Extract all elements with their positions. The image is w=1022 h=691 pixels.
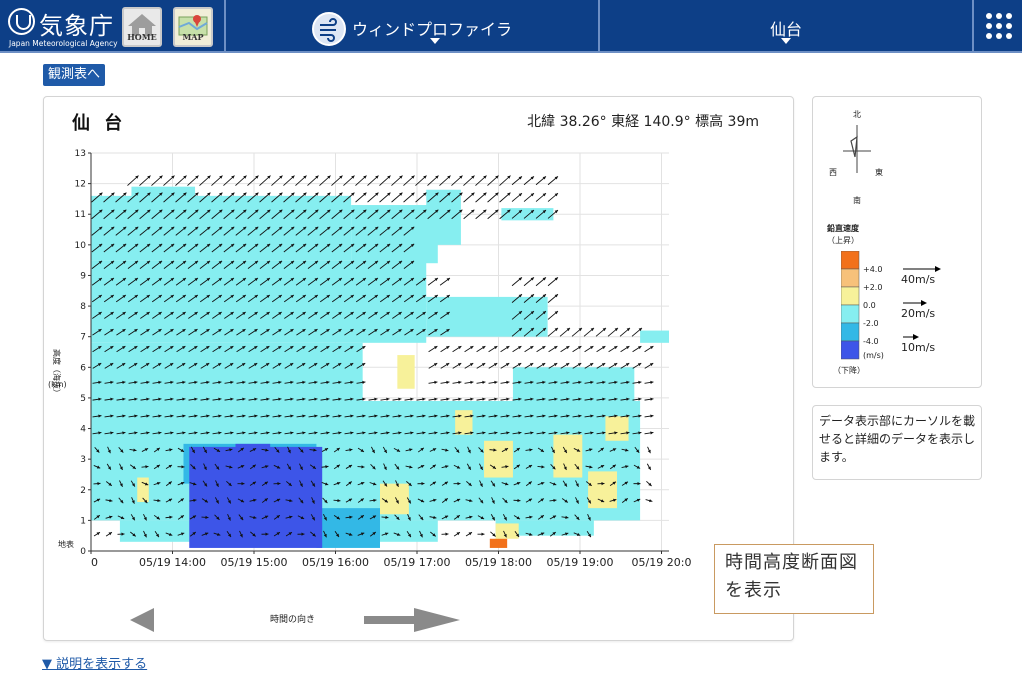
jma-logo[interactable]: 気象庁 Japan Meteorological Agency bbox=[8, 8, 118, 48]
vertical-velocity-cell bbox=[640, 330, 669, 343]
y-tick-label: 4 bbox=[80, 425, 86, 435]
station-title: 仙 台 bbox=[72, 113, 127, 134]
chart-panel: 仙 台 北緯 38.26° 東経 140.9° 標高 39m 012345678… bbox=[43, 96, 794, 641]
arrow-right-icon bbox=[414, 608, 460, 632]
compass-east: 東 bbox=[875, 168, 883, 177]
logo-title: 気象庁 bbox=[39, 12, 114, 40]
show-explanation-link[interactable]: ▼ 説明を表示する bbox=[42, 653, 147, 672]
observation-table-button[interactable]: 観測表へ bbox=[43, 64, 106, 86]
product-label: ウィンドプロファイラ bbox=[352, 20, 513, 39]
y-tick-label: 1 bbox=[80, 516, 86, 526]
jma-logo-icon bbox=[8, 8, 35, 35]
wind-arrow-head bbox=[445, 532, 449, 536]
time-direction-indicator: 時間の向き bbox=[130, 605, 460, 635]
y-tick-label: 7 bbox=[80, 333, 86, 343]
y-tick-label: 0 bbox=[80, 547, 86, 557]
speed-label: 10m/s bbox=[901, 341, 936, 354]
chevron-down-icon bbox=[781, 38, 791, 44]
x-tick-label: 05/19 16:00 bbox=[302, 556, 369, 567]
x-tick-label: 05/19 20:0 bbox=[632, 556, 692, 567]
y-tick-label: 8 bbox=[80, 302, 86, 312]
y-tick-label: 5 bbox=[80, 394, 86, 404]
speed-label: 20m/s bbox=[901, 307, 936, 320]
legend-tick: +2.0 bbox=[863, 283, 883, 292]
speed-reference-arrows bbox=[903, 266, 941, 340]
chart-tooltip: 時間高度断面図を表示 bbox=[714, 544, 874, 614]
legend-down-label: （下降） bbox=[833, 366, 865, 375]
y-tick-label: 11 bbox=[75, 210, 86, 220]
compass-icon bbox=[843, 125, 871, 173]
arrow-left-icon bbox=[130, 608, 154, 632]
station-label: 仙台 bbox=[769, 20, 802, 39]
vertical-velocity-cell bbox=[489, 538, 508, 548]
x-tick-label: 0 bbox=[91, 556, 98, 567]
vertical-velocity-cell bbox=[397, 355, 415, 389]
time-height-chart[interactable]: 012345678910111213高度（海抜）(km)地表0 05/19 14:… bbox=[44, 137, 744, 567]
legend-tick: +4.0 bbox=[863, 265, 883, 274]
legend-up-label: （上昇） bbox=[827, 236, 859, 245]
product-dropdown[interactable]: ウィンドプロファイラ bbox=[226, 0, 598, 53]
vertical-velocity-cell bbox=[131, 186, 196, 206]
vertical-velocity-colorbar bbox=[841, 251, 860, 360]
vertical-velocity-cell bbox=[91, 342, 363, 401]
vertical-velocity-cell bbox=[455, 410, 473, 435]
x-tick-label: 05/19 15:00 bbox=[221, 556, 288, 567]
y-tick-label: 3 bbox=[80, 455, 86, 465]
vertical-velocity-cell bbox=[588, 471, 617, 509]
y-axis-unit: (km) bbox=[48, 380, 67, 389]
legend-title: 鉛直速度 bbox=[827, 224, 859, 233]
compass-west: 西 bbox=[829, 168, 837, 177]
legend-unit: (m/s) bbox=[863, 351, 884, 360]
vertical-velocity-cell bbox=[495, 523, 519, 539]
vertical-velocity-cell bbox=[380, 483, 409, 515]
vertical-velocity-cell bbox=[351, 205, 438, 264]
station-dropdown[interactable]: 仙台 bbox=[600, 0, 972, 53]
x-tick-label: 05/19 18:00 bbox=[465, 556, 532, 567]
vertical-velocity-cell bbox=[605, 416, 629, 441]
chevron-down-icon bbox=[430, 38, 440, 44]
wind-icon bbox=[312, 12, 346, 46]
wind-arrow-head bbox=[481, 532, 485, 536]
grid-menu-icon bbox=[986, 13, 1012, 39]
hover-info-panel: データ表示部にカーソルを載せると詳細のデータを表示します。 bbox=[812, 405, 982, 480]
y-tick-label: 12 bbox=[75, 180, 86, 190]
logo-subtitle: Japan Meteorological Agency bbox=[9, 39, 118, 48]
y-axis-label: 高度（海抜） bbox=[52, 349, 62, 397]
menu-button[interactable] bbox=[974, 0, 1022, 53]
vertical-velocity-cell bbox=[316, 508, 380, 548]
y-tick-label: 10 bbox=[75, 241, 87, 251]
map-label: MAP bbox=[182, 32, 204, 42]
vertical-velocity-cell bbox=[512, 367, 635, 414]
vertical-velocity-cell bbox=[426, 296, 548, 337]
home-label: HOME bbox=[127, 32, 157, 42]
legend-panel: 北 南 西 東 鉛直速度 （上昇） +4.0 +2.0 0.0 -2.0 -4.… bbox=[812, 96, 982, 388]
speed-label: 40m/s bbox=[901, 273, 936, 286]
x-tick-label: 05/19 14:00 bbox=[139, 556, 206, 567]
map-button[interactable]: MAP bbox=[173, 7, 213, 47]
time-direction-label: 時間の向き bbox=[270, 615, 316, 625]
y-tick-label: 6 bbox=[80, 363, 86, 373]
legend-tick: 0.0 bbox=[863, 301, 876, 310]
home-button[interactable]: HOME bbox=[122, 7, 162, 47]
x-tick-label: 05/19 17:00 bbox=[384, 556, 451, 567]
vertical-velocity-cell bbox=[553, 434, 583, 478]
compass-north: 北 bbox=[853, 110, 861, 119]
y-tick-label: 9 bbox=[80, 271, 86, 281]
station-coordinates: 北緯 38.26° 東経 140.9° 標高 39m bbox=[527, 114, 759, 130]
x-tick-label: 05/19 19:00 bbox=[547, 556, 614, 567]
top-navigation-bar: 気象庁 Japan Meteorological Agency HOME MAP… bbox=[0, 0, 1022, 53]
vertical-velocity-cell bbox=[484, 440, 513, 478]
ground-label: 地表 bbox=[58, 539, 74, 549]
y-tick-label: 13 bbox=[75, 149, 86, 159]
vertical-velocity-cell bbox=[189, 446, 323, 548]
legend-tick: -2.0 bbox=[863, 319, 879, 328]
y-tick-label: 2 bbox=[80, 486, 86, 496]
legend-tick: -4.0 bbox=[863, 337, 879, 346]
compass-south: 南 bbox=[853, 196, 861, 205]
